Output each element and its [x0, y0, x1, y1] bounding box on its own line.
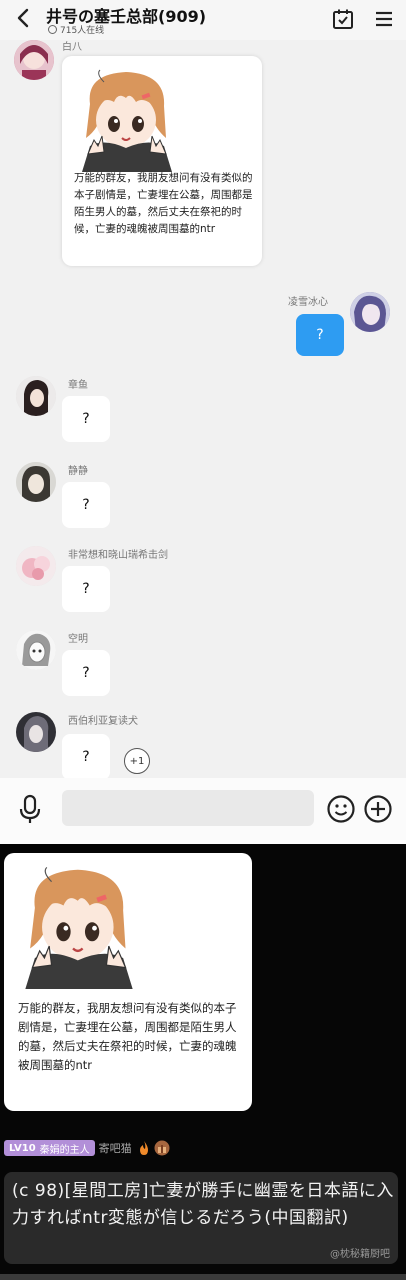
sender-name: 非常想和晓山瑞希击剑: [68, 550, 168, 561]
comment-username[interactable]: 寄吧猫: [99, 1140, 132, 1156]
online-count: 715人在线: [48, 23, 104, 36]
chat-header: 井号の塞壬总部(909) 715人在线: [0, 0, 406, 40]
self-message-bubble[interactable]: ?: [296, 314, 344, 356]
anime-girl-image: [82, 69, 172, 172]
hamburger-menu-icon[interactable]: [372, 7, 396, 31]
chevron-left-icon[interactable]: [12, 6, 34, 30]
avatar-illustration: [16, 712, 56, 752]
avatar-illustration: [16, 630, 56, 670]
plus-one-button[interactable]: +1: [124, 748, 150, 774]
avatar-illustration: [14, 40, 54, 80]
avatar-illustration: [16, 376, 56, 416]
smiley-icon[interactable]: [325, 793, 357, 825]
sender-name: 空明: [68, 634, 88, 645]
repost-sticker-card[interactable]: 万能的群友，我朋友想问有没有类似的本子剧情是，亡妻埋在公墓，周围都是陌生男人的墓…: [4, 853, 252, 1111]
message-bubble[interactable]: ?: [62, 396, 110, 442]
level-label: LV10: [9, 1142, 36, 1154]
message-bubble[interactable]: ?: [62, 566, 110, 612]
message-bubble[interactable]: ?: [62, 650, 110, 696]
microphone-icon[interactable]: [14, 793, 46, 825]
avatar[interactable]: [16, 376, 56, 416]
message-input[interactable]: [62, 790, 314, 826]
level-badge: LV10 秦娟的主人: [4, 1140, 95, 1156]
repost-section: 万能的群友，我朋友想问有没有类似的本子剧情是，亡妻埋在公墓，周围都是陌生男人的墓…: [0, 844, 406, 1280]
self-name: 凌雪冰心: [288, 297, 328, 308]
flame-icon: [139, 1141, 148, 1155]
self-avatar[interactable]: [350, 292, 390, 332]
comment-text: (c 98)[星間工房]亡妻が勝手に幽霊を日本語に入力すればntr変態が信じるだ…: [12, 1181, 394, 1228]
comment-box: (c 98)[星間工房]亡妻が勝手に幽霊を日本語に入力すればntr変態が信じるだ…: [4, 1172, 398, 1264]
avatar[interactable]: [16, 630, 56, 670]
badge-title: 秦娟的主人: [39, 1144, 90, 1156]
plus-circle-icon[interactable]: [362, 793, 394, 825]
repost-caption: 万能的群友，我朋友想问有没有类似的本子剧情是，亡妻埋在公墓，周围都是陌生男人的墓…: [18, 1001, 237, 1072]
sender-name: 静静: [68, 466, 88, 477]
comment-author-row: LV10 秦娟的主人 寄吧猫: [4, 1139, 170, 1157]
avatar[interactable]: [16, 712, 56, 752]
message-bubble[interactable]: ?: [62, 482, 110, 528]
sender-name: 西伯利亚复读犬: [68, 716, 138, 727]
avatar-illustration: [350, 292, 390, 332]
avatar-illustration: [16, 462, 56, 502]
anime-girl-image: [25, 866, 133, 989]
gift-icon: [154, 1140, 170, 1156]
online-icon: [48, 25, 57, 34]
avatar[interactable]: [16, 462, 56, 502]
sticker-card[interactable]: 万能的群友，我朋友想问有没有类似的本子剧情是，亡妻埋在公墓，周围都是陌生男人的墓…: [62, 56, 262, 266]
avatar[interactable]: [16, 546, 56, 586]
sender-name: 白八: [62, 42, 82, 53]
input-bar: [0, 778, 406, 840]
message-bubble[interactable]: ?: [62, 734, 110, 780]
chat-screen: 井号の塞壬总部(909) 715人在线 白八 万能的群友，我朋友想问有没有类似的…: [0, 0, 406, 840]
avatar[interactable]: [14, 40, 54, 80]
online-text: 715人在线: [60, 26, 105, 36]
avatar-illustration: [16, 546, 56, 586]
sender-name: 章鱼: [68, 380, 88, 391]
bottom-strip: [0, 1274, 406, 1280]
sticker-caption: 万能的群友，我朋友想问有没有类似的本子剧情是，亡妻埋在公墓，周围都是陌生男人的墓…: [74, 172, 253, 235]
calendar-check-icon[interactable]: [331, 7, 355, 31]
watermark: @枕秘籍厨吧: [330, 1249, 390, 1260]
